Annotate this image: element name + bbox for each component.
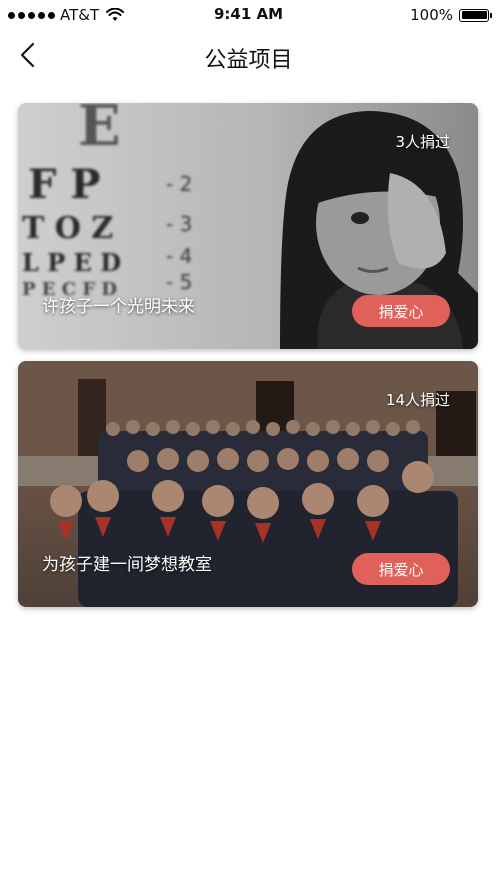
eye-chart-line: T O Z [22, 211, 113, 246]
status-bar: AT&T 9:41 AM 100% [0, 0, 497, 30]
project-card-bright-future[interactable]: E F P T O Z L P E D P E C F D - 2 - 3 - … [18, 103, 478, 349]
svg-text:- 3: - 3 [166, 212, 192, 236]
svg-text:- 5: - 5 [166, 270, 192, 294]
navigation-bar: 公益项目 [0, 30, 497, 82]
donate-button[interactable]: 捐爱心 [352, 295, 450, 327]
donor-count: 3人捐过 [395, 133, 450, 151]
project-title: 许孩子一个光明未来 [42, 297, 195, 317]
eye-chart-line: F P [28, 161, 100, 208]
project-card-dream-classroom[interactable]: 14人捐过 为孩子建一间梦想教室 捐爱心 [18, 361, 478, 607]
battery-icon [459, 8, 492, 22]
project-title: 为孩子建一间梦想教室 [42, 555, 212, 575]
page-title: 公益项目 [204, 48, 293, 73]
battery-percent: 100% [410, 6, 453, 24]
svg-text:- 4: - 4 [166, 244, 192, 268]
donor-count: 14人捐过 [385, 391, 450, 409]
eye-chart-line: L P E D [22, 248, 121, 277]
donate-button[interactable]: 捐爱心 [352, 553, 450, 585]
eye-chart-line: E [78, 103, 121, 159]
svg-text:- 2: - 2 [166, 172, 192, 196]
battery-status: 100% [410, 6, 492, 24]
